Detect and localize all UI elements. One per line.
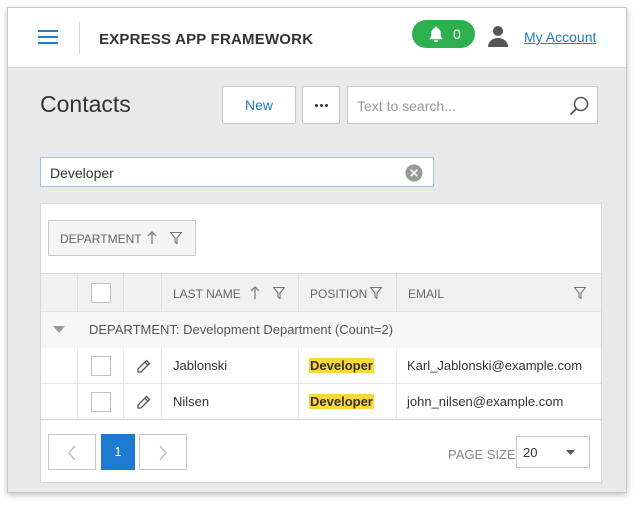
ellipsis-icon	[315, 104, 318, 107]
user-icon	[488, 26, 508, 47]
header-group-indent	[41, 274, 78, 312]
group-panel: DEPARTMENT	[41, 204, 601, 274]
edit-pencil-icon[interactable]	[136, 359, 151, 374]
row-checkbox[interactable]	[91, 392, 111, 412]
row-indent	[41, 384, 78, 420]
app-title: EXPRESS APP FRAMEWORK	[99, 31, 314, 48]
filter-icon[interactable]	[170, 232, 182, 244]
last-name-value: Jablonski	[173, 358, 228, 373]
row-select	[78, 348, 124, 384]
collapse-caret-icon[interactable]	[53, 326, 65, 334]
contacts-grid: DEPARTMENT LAST NAME POSITION EMAIL DEPA…	[40, 203, 602, 483]
chevron-down-icon	[566, 450, 575, 455]
row-email: john_nilsen@example.com	[397, 384, 601, 420]
edit-pencil-icon[interactable]	[136, 395, 151, 410]
filter-icon[interactable]	[370, 287, 382, 299]
page-size-select[interactable]: 20	[516, 436, 590, 468]
email-value: Karl_Jablonski@example.com	[407, 358, 583, 373]
filter-value: Developer	[50, 165, 114, 181]
chevron-right-icon	[159, 445, 167, 461]
select-all-checkbox[interactable]	[91, 283, 111, 303]
chevron-left-icon	[68, 445, 76, 461]
row-position: Developer	[299, 348, 397, 384]
filter-icon[interactable]	[574, 287, 586, 299]
more-actions-button[interactable]	[302, 86, 340, 124]
table-row[interactable]: Nilsen Developer john_nilsen@example.com	[41, 384, 601, 420]
group-row[interactable]: DEPARTMENT: Development Department (Coun…	[41, 312, 601, 348]
header-email-label: EMAIL	[408, 287, 445, 301]
search-input[interactable]: Text to search...	[357, 98, 456, 114]
clear-icon[interactable]	[405, 164, 423, 182]
row-checkbox[interactable]	[91, 356, 111, 376]
app-header: EXPRESS APP FRAMEWORK 0 My Account	[8, 8, 626, 68]
page-size-label: PAGE SIZE	[448, 447, 516, 462]
prev-page-button[interactable]	[48, 434, 96, 470]
row-last-name: Nilsen	[162, 384, 299, 420]
row-edit	[124, 348, 162, 384]
page-size-value: 20	[523, 445, 538, 460]
row-last-name: Jablonski	[162, 348, 299, 384]
filter-input[interactable]: Developer	[40, 157, 434, 187]
page-title: Contacts	[40, 91, 131, 117]
hamburger-icon[interactable]	[38, 28, 60, 46]
header-divider	[79, 22, 80, 54]
sort-up-icon	[147, 231, 157, 244]
row-position: Developer	[299, 384, 397, 420]
notifications-count: 0	[453, 26, 461, 42]
pager: 1 PAGE SIZE 20	[41, 419, 601, 482]
new-button[interactable]: New	[222, 86, 296, 124]
notifications-button[interactable]: 0	[412, 20, 475, 48]
my-account-link[interactable]: My Account	[524, 29, 596, 45]
page-button-current[interactable]: 1	[101, 434, 135, 470]
sort-up-icon	[250, 286, 260, 299]
app-window: EXPRESS APP FRAMEWORK 0 My Account Conta…	[7, 7, 627, 493]
table-row[interactable]: Jablonski Developer Karl_Jablonski@examp…	[41, 348, 601, 384]
header-edit-column	[124, 274, 162, 312]
next-page-button[interactable]	[139, 434, 187, 470]
position-value-highlighted: Developer	[309, 358, 374, 373]
header-select-all	[78, 274, 124, 312]
bell-icon	[429, 26, 443, 42]
row-email: Karl_Jablonski@example.com	[397, 348, 601, 384]
search-box[interactable]: Text to search...	[347, 86, 598, 124]
email-value: john_nilsen@example.com	[407, 394, 564, 409]
filter-icon[interactable]	[273, 287, 285, 299]
row-indent	[41, 348, 78, 384]
group-chip-department[interactable]: DEPARTMENT	[48, 220, 196, 256]
header-email[interactable]: EMAIL	[397, 274, 601, 312]
position-value-highlighted: Developer	[309, 394, 374, 409]
row-edit	[124, 384, 162, 420]
column-header-row: LAST NAME POSITION EMAIL	[41, 274, 601, 312]
header-position-label: POSITION	[310, 287, 368, 301]
header-last-name[interactable]: LAST NAME	[162, 274, 299, 312]
last-name-value: Nilsen	[173, 394, 210, 409]
search-icon[interactable]	[568, 95, 590, 117]
row-select	[78, 384, 124, 420]
group-row-label: DEPARTMENT: Development Department (Coun…	[89, 322, 394, 337]
group-chip-label: DEPARTMENT	[60, 232, 142, 246]
header-position[interactable]: POSITION	[299, 274, 397, 312]
header-last-name-label: LAST NAME	[173, 287, 241, 301]
